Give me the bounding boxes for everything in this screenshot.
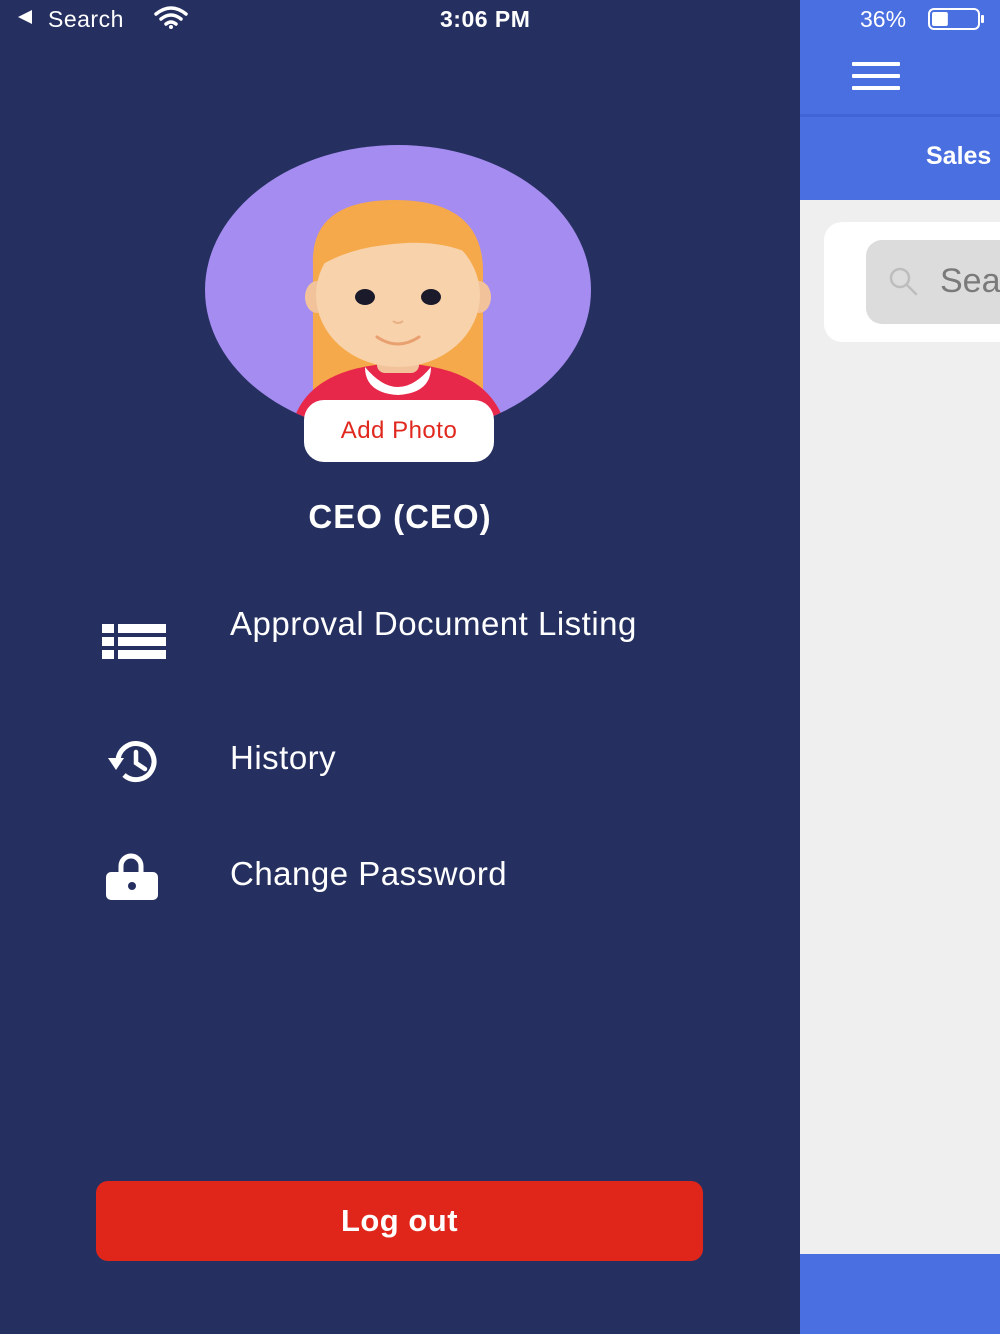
menu-item-change-password[interactable]: Change Password: [90, 848, 710, 908]
side-drawer: Add Photo CEO (CEO) Approval Document Li…: [0, 0, 800, 1334]
tab-sales[interactable]: Sales: [926, 142, 991, 171]
menu-item-approval-document-listing[interactable]: Approval Document Listing: [90, 606, 710, 686]
main-screen-underlay[interactable]: Sales Sea: [800, 0, 1000, 1334]
search-placeholder: Sea: [940, 262, 1000, 300]
list-icon: [102, 624, 166, 659]
lock-icon: [106, 853, 158, 900]
wifi-icon: [154, 6, 188, 29]
bottom-bar: [800, 1254, 1000, 1334]
hamburger-menu-icon[interactable]: [852, 62, 902, 90]
menu-label: Change Password: [230, 855, 508, 892]
status-bar: Search 3:06 PM 36%: [0, 0, 1000, 40]
app-screen: Sales Sea Add Photo CEO (CEO) Approval D…: [0, 0, 1000, 1334]
menu-label: Approval Document Listing: [230, 605, 637, 642]
menu-label: History: [230, 739, 337, 776]
logout-button[interactable]: Log out: [96, 1181, 703, 1261]
status-back-label[interactable]: Search: [48, 6, 124, 33]
header-divider: [800, 114, 1000, 117]
battery-icon: [928, 8, 984, 30]
back-arrow-icon[interactable]: [18, 10, 32, 24]
user-name: CEO (CEO): [308, 498, 492, 535]
avatar: [205, 145, 591, 435]
battery-percentage: 36%: [860, 6, 907, 32]
search-icon: [889, 267, 918, 296]
history-icon: [108, 741, 157, 783]
add-photo-button[interactable]: Add Photo: [304, 400, 494, 462]
menu-item-history[interactable]: History: [90, 732, 710, 792]
status-time: 3:06 PM: [440, 6, 531, 32]
